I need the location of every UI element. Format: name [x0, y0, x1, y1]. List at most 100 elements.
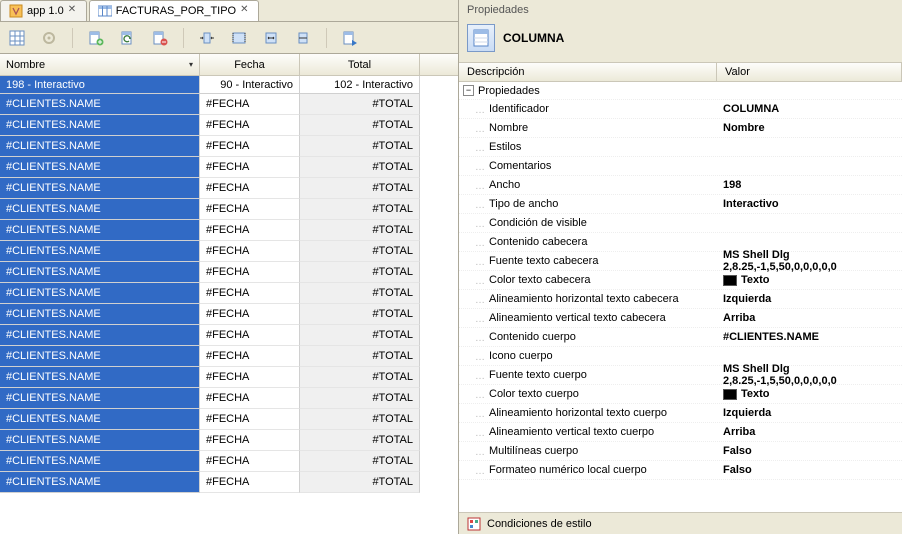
column-delete-button[interactable] [149, 27, 171, 49]
table-row[interactable]: #CLIENTES.NAME#FECHA#TOTAL [0, 136, 458, 157]
cell-fecha: #FECHA [200, 199, 300, 220]
property-value[interactable]: COLUMNA [717, 103, 902, 115]
table-row[interactable]: #CLIENTES.NAME#FECHA#TOTAL [0, 430, 458, 451]
collapse-icon[interactable]: − [463, 85, 474, 96]
property-key: Color texto cuerpo [459, 388, 717, 400]
width-lock-button[interactable] [292, 27, 314, 49]
property-value[interactable]: 198 [717, 179, 902, 191]
grid-view-button[interactable] [6, 27, 28, 49]
width-expand-button[interactable] [196, 27, 218, 49]
table-row[interactable]: #CLIENTES.NAME#FECHA#TOTAL [0, 367, 458, 388]
app-icon [9, 4, 23, 18]
table-row[interactable]: #CLIENTES.NAME#FECHA#TOTAL [0, 283, 458, 304]
settings-button[interactable] [38, 27, 60, 49]
width-auto-button[interactable] [260, 27, 282, 49]
column-header-total[interactable]: Total [300, 54, 420, 75]
grid-subheader-row[interactable]: 198 - Interactivo 90 - Interactivo 102 -… [0, 76, 458, 94]
property-row[interactable]: Alineamiento vertical texto cuerpoArriba [459, 423, 902, 442]
property-row[interactable]: Alineamiento vertical texto cabeceraArri… [459, 309, 902, 328]
width-fit-button[interactable] [228, 27, 250, 49]
table-row[interactable]: #CLIENTES.NAME#FECHA#TOTAL [0, 199, 458, 220]
table-row[interactable]: #CLIENTES.NAME#FECHA#TOTAL [0, 346, 458, 367]
column-add-button[interactable] [85, 27, 107, 49]
column-icon [467, 24, 495, 52]
cell-fecha: #FECHA [200, 325, 300, 346]
column-play-button[interactable] [339, 27, 361, 49]
table-icon [98, 4, 112, 18]
tab-app[interactable]: app 1.0 ✕ [0, 0, 87, 21]
table-row[interactable]: #CLIENTES.NAME#FECHA#TOTAL [0, 409, 458, 430]
property-value[interactable]: Nombre [717, 122, 902, 134]
property-row[interactable]: Fuente texto cuerpoMS Shell Dlg 2,8.25,-… [459, 366, 902, 385]
property-value[interactable]: Falso [717, 445, 902, 457]
property-value[interactable]: Izquierda [717, 407, 902, 419]
cell-fecha: #FECHA [200, 472, 300, 493]
property-value[interactable]: Falso [717, 464, 902, 476]
table-row[interactable]: #CLIENTES.NAME#FECHA#TOTAL [0, 472, 458, 493]
property-row[interactable]: Ancho198 [459, 176, 902, 195]
property-row[interactable]: Comentarios [459, 157, 902, 176]
subheader-cell: 90 - Interactivo [200, 76, 300, 94]
property-row[interactable]: Formateo numérico local cuerpoFalso [459, 461, 902, 480]
column-header-fecha[interactable]: Fecha [200, 54, 300, 75]
property-value[interactable]: Izquierda [717, 293, 902, 305]
prop-col-desc[interactable]: Descripción [459, 63, 717, 81]
property-value[interactable]: Arriba [717, 312, 902, 324]
cell-total: #TOTAL [300, 241, 420, 262]
table-row[interactable]: #CLIENTES.NAME#FECHA#TOTAL [0, 241, 458, 262]
property-value[interactable]: Texto [717, 388, 902, 400]
property-row[interactable]: Multilíneas cuerpoFalso [459, 442, 902, 461]
property-key: Contenido cuerpo [459, 331, 717, 343]
table-row[interactable]: #CLIENTES.NAME#FECHA#TOTAL [0, 451, 458, 472]
cell-fecha: #FECHA [200, 367, 300, 388]
column-header-nombre[interactable]: Nombre ▾ [0, 54, 200, 75]
properties-footer[interactable]: Condiciones de estilo [459, 512, 902, 534]
table-row[interactable]: #CLIENTES.NAME#FECHA#TOTAL [0, 220, 458, 241]
property-row[interactable]: Alineamiento horizontal texto cuerpoIzqu… [459, 404, 902, 423]
table-row[interactable]: #CLIENTES.NAME#FECHA#TOTAL [0, 178, 458, 199]
property-row[interactable]: Color texto cuerpoTexto [459, 385, 902, 404]
property-row[interactable]: Condición de visible [459, 214, 902, 233]
grid-body[interactable]: 198 - Interactivo 90 - Interactivo 102 -… [0, 76, 458, 534]
table-row[interactable]: #CLIENTES.NAME#FECHA#TOTAL [0, 304, 458, 325]
cell-nombre: #CLIENTES.NAME [0, 472, 200, 493]
property-row[interactable]: NombreNombre [459, 119, 902, 138]
property-row[interactable]: Estilos [459, 138, 902, 157]
table-row[interactable]: #CLIENTES.NAME#FECHA#TOTAL [0, 388, 458, 409]
cell-total: #TOTAL [300, 304, 420, 325]
table-row[interactable]: #CLIENTES.NAME#FECHA#TOTAL [0, 115, 458, 136]
property-row[interactable]: Contenido cuerpo#CLIENTES.NAME [459, 328, 902, 347]
color-swatch [723, 275, 737, 286]
property-value[interactable]: Arriba [717, 426, 902, 438]
tab-facturas[interactable]: FACTURAS_POR_TIPO ✕ [89, 0, 259, 21]
prop-group-header[interactable]: − Propiedades [459, 82, 902, 100]
property-row[interactable]: IdentificadorCOLUMNA [459, 100, 902, 119]
table-row[interactable]: #CLIENTES.NAME#FECHA#TOTAL [0, 94, 458, 115]
property-value[interactable]: MS Shell Dlg 2,8.25,-1,5,50,0,0,0,0,0 [717, 249, 902, 273]
cell-nombre: #CLIENTES.NAME [0, 304, 200, 325]
property-row[interactable]: Alineamiento horizontal texto cabeceraIz… [459, 290, 902, 309]
property-value[interactable]: MS Shell Dlg 2,8.25,-1,5,50,0,0,0,0,0 [717, 363, 902, 387]
close-icon[interactable]: ✕ [240, 6, 250, 16]
close-icon[interactable]: ✕ [68, 6, 78, 16]
column-refresh-button[interactable] [117, 27, 139, 49]
property-row[interactable]: Fuente texto cabeceraMS Shell Dlg 2,8.25… [459, 252, 902, 271]
cell-fecha: #FECHA [200, 220, 300, 241]
cell-nombre: #CLIENTES.NAME [0, 94, 200, 115]
prop-col-val[interactable]: Valor [717, 63, 902, 81]
table-row[interactable]: #CLIENTES.NAME#FECHA#TOTAL [0, 325, 458, 346]
properties-list[interactable]: − Propiedades IdentificadorCOLUMNANombre… [459, 82, 902, 512]
properties-footer-label: Condiciones de estilo [487, 518, 592, 530]
property-value[interactable]: Texto [717, 274, 902, 286]
property-row[interactable]: Tipo de anchoInteractivo [459, 195, 902, 214]
cell-total: #TOTAL [300, 388, 420, 409]
header-label: Fecha [234, 59, 265, 71]
property-row[interactable]: Color texto cabeceraTexto [459, 271, 902, 290]
cell-fecha: #FECHA [200, 178, 300, 199]
property-value[interactable]: Interactivo [717, 198, 902, 210]
cell-nombre: #CLIENTES.NAME [0, 241, 200, 262]
table-row[interactable]: #CLIENTES.NAME#FECHA#TOTAL [0, 262, 458, 283]
property-value[interactable]: #CLIENTES.NAME [717, 331, 902, 343]
prop-group-label: Propiedades [478, 85, 540, 97]
table-row[interactable]: #CLIENTES.NAME#FECHA#TOTAL [0, 157, 458, 178]
